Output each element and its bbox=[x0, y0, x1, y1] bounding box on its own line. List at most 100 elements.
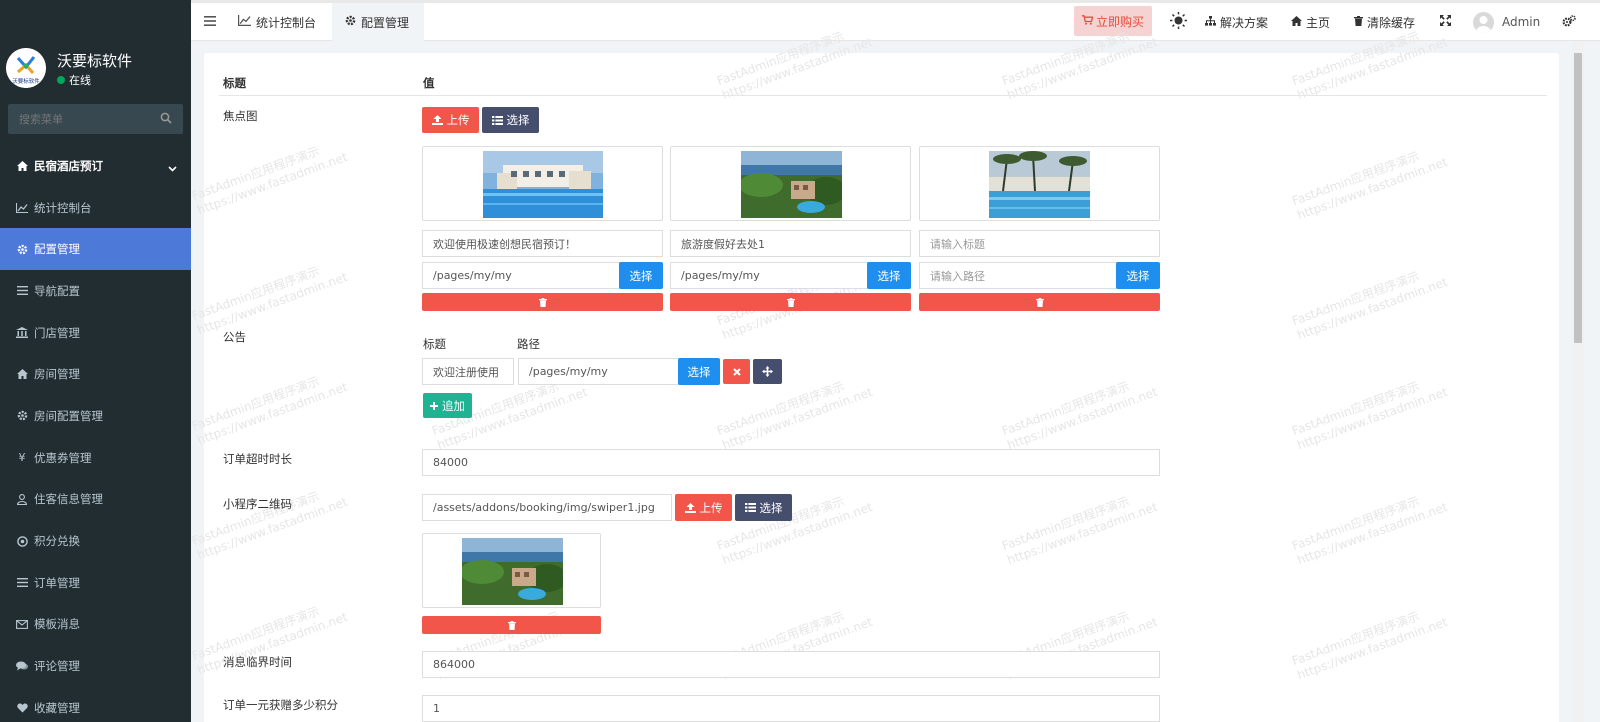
slide-thumbnail[interactable] bbox=[422, 146, 663, 221]
sidebar-menu: 民宿酒店预订 统计控制台 配置管理 导航配置 门店管理 房间管理 房间配置管理 bbox=[0, 145, 191, 722]
sidebar-item-orders[interactable]: 订单管理 bbox=[0, 562, 191, 604]
solutions-link[interactable]: 解决方案 bbox=[1205, 3, 1268, 41]
qrcode-select-button[interactable]: 选择 bbox=[735, 494, 792, 521]
select-label: 选择 bbox=[1126, 268, 1150, 283]
menu-search-input[interactable] bbox=[8, 104, 153, 134]
slide-title-input[interactable]: 欢迎使用极速创想民宿预订！ bbox=[422, 230, 663, 257]
delete-slide-button[interactable] bbox=[422, 293, 663, 311]
notice-select-button[interactable]: 选择 bbox=[678, 358, 720, 385]
slide-thumbnail[interactable] bbox=[670, 146, 911, 221]
slide-path-input[interactable]: /pages/my/my bbox=[670, 262, 869, 289]
sidebar-item-templates[interactable]: 模板消息 bbox=[0, 604, 191, 646]
plus-icon bbox=[430, 401, 438, 410]
page-scrollbar[interactable] bbox=[1572, 41, 1584, 722]
select-label: 选择 bbox=[506, 113, 530, 127]
home-label: 主页 bbox=[1306, 15, 1331, 30]
select-path-button[interactable]: 选择 bbox=[1116, 262, 1160, 289]
resort-image bbox=[462, 538, 563, 605]
slide-path-input[interactable]: /pages/my/my bbox=[422, 262, 621, 289]
sidebar-item-stores[interactable]: 门店管理 bbox=[0, 312, 191, 354]
sidebar-item-coupons[interactable]: ¥ 优惠券管理 bbox=[0, 437, 191, 479]
resort-image bbox=[741, 151, 842, 218]
home-link[interactable]: 主页 bbox=[1291, 3, 1330, 41]
delete-slide-button[interactable] bbox=[919, 293, 1160, 311]
sidebar-item-config[interactable]: 配置管理 bbox=[0, 228, 191, 271]
upload-icon bbox=[684, 502, 696, 513]
username: Admin bbox=[1502, 15, 1541, 29]
brand-logo: 沃要标软件 bbox=[6, 48, 46, 88]
sidebar-item-guests[interactable]: 住客信息管理 bbox=[0, 479, 191, 521]
tab-label: 配置管理 bbox=[361, 15, 410, 30]
notice-add-button[interactable]: 追加 bbox=[423, 393, 472, 418]
sidebar-toggle-button[interactable] bbox=[191, 3, 229, 41]
sidebar-item-favorites[interactable]: 收藏管理 bbox=[0, 687, 191, 722]
sidebar-item-label: 统计控制台 bbox=[34, 200, 92, 215]
online-status: 在线 bbox=[57, 72, 91, 88]
slide-thumbnail[interactable] bbox=[919, 146, 1160, 221]
notice-path-input[interactable]: /pages/my/my bbox=[518, 358, 680, 385]
gear-icon bbox=[345, 15, 356, 29]
points-per-yuan-label: 订单一元获赠多少积分 bbox=[223, 698, 338, 712]
sidebar-item-label: 优惠券管理 bbox=[34, 450, 92, 465]
upload-button[interactable]: 上传 bbox=[422, 107, 479, 133]
upload-label: 上传 bbox=[699, 500, 723, 515]
palm-pool-image bbox=[989, 151, 1090, 218]
search-icon[interactable] bbox=[160, 112, 172, 127]
notice-drag-handle[interactable] bbox=[753, 359, 782, 384]
sidebar-item-label: 积分兑换 bbox=[34, 534, 80, 549]
sidebar-item-booking[interactable]: 民宿酒店预订 bbox=[0, 145, 191, 187]
sidebar-item-nav-config[interactable]: 导航配置 bbox=[0, 270, 191, 312]
clear-cache-label: 清除缓存 bbox=[1367, 15, 1416, 30]
message-threshold-label: 消息临界时间 bbox=[223, 655, 292, 669]
qrcode-delete-button[interactable] bbox=[422, 616, 601, 634]
sidebar-item-comments[interactable]: 评论管理 bbox=[0, 645, 191, 687]
qrcode-upload-button[interactable]: 上传 bbox=[675, 494, 732, 521]
qrcode-path-input[interactable]: /assets/addons/booking/img/swiper1.jpg bbox=[422, 494, 672, 521]
chart-icon bbox=[238, 15, 251, 29]
settings-button[interactable] bbox=[1559, 3, 1579, 41]
slide-title-input[interactable]: 请输入标题 bbox=[919, 230, 1160, 257]
sidebar-item-label: 导航配置 bbox=[34, 283, 80, 298]
select-path-button[interactable]: 选择 bbox=[867, 262, 911, 289]
notice-remove-button[interactable] bbox=[723, 359, 750, 384]
slide-path-input[interactable]: 请输入路径 bbox=[919, 262, 1118, 289]
heart-icon bbox=[16, 703, 28, 713]
tab-dashboard[interactable]: 统计控制台 bbox=[229, 3, 324, 41]
select-path-button[interactable]: 选择 bbox=[619, 262, 663, 289]
fullscreen-button[interactable] bbox=[1435, 3, 1455, 41]
theme-toggle-button[interactable] bbox=[1167, 3, 1189, 41]
expand-icon bbox=[1439, 15, 1451, 29]
sidebar-item-rooms[interactable]: 房间管理 bbox=[0, 353, 191, 395]
order-timeout-input[interactable]: 84000 bbox=[422, 449, 1160, 476]
cart-icon bbox=[1081, 14, 1094, 28]
sidebar-item-room-config[interactable]: 房间配置管理 bbox=[0, 395, 191, 437]
points-per-yuan-input[interactable]: 1 bbox=[422, 695, 1160, 722]
sidebar-item-label: 配置管理 bbox=[34, 242, 80, 257]
avatar bbox=[1473, 11, 1494, 33]
buy-now-button[interactable]: 立即购买 bbox=[1074, 6, 1152, 36]
notice-title-input[interactable]: 欢迎注册使用 bbox=[422, 358, 514, 385]
gear-icon bbox=[16, 410, 28, 421]
delete-slide-button[interactable] bbox=[670, 293, 911, 311]
sidebar-brand: 沃要标软件 沃要标软件 在线 bbox=[0, 40, 191, 94]
user-menu[interactable]: Admin bbox=[1473, 3, 1540, 41]
notice-col-path: 路径 bbox=[517, 337, 540, 351]
sidebar-item-label: 模板消息 bbox=[34, 617, 80, 632]
sitemap-icon bbox=[1205, 15, 1216, 29]
scrollbar-thumb[interactable] bbox=[1574, 53, 1582, 343]
sidebar-item-label: 订单管理 bbox=[34, 575, 80, 590]
add-label: 追加 bbox=[442, 398, 465, 413]
qrcode-thumbnail[interactable] bbox=[422, 533, 601, 608]
upload-icon bbox=[431, 115, 443, 125]
slide-title-input[interactable]: 旅游度假好去处1 bbox=[670, 230, 911, 257]
sidebar-item-points[interactable]: 积分兑换 bbox=[0, 520, 191, 562]
list-icon bbox=[16, 286, 28, 296]
clear-cache-button[interactable]: 清除缓存 bbox=[1354, 3, 1415, 41]
select-button[interactable]: 选择 bbox=[482, 107, 539, 133]
close-icon bbox=[732, 367, 741, 376]
message-threshold-input[interactable]: 864000 bbox=[422, 651, 1160, 678]
comments-icon bbox=[16, 661, 28, 671]
sidebar-item-dashboard[interactable]: 统计控制台 bbox=[0, 187, 191, 229]
sidebar: 沃要标软件 沃要标软件 在线 民宿酒店预订 统计控制台 配置管理 导航配置 bbox=[0, 0, 191, 722]
tab-config[interactable]: 配置管理 bbox=[332, 3, 424, 41]
